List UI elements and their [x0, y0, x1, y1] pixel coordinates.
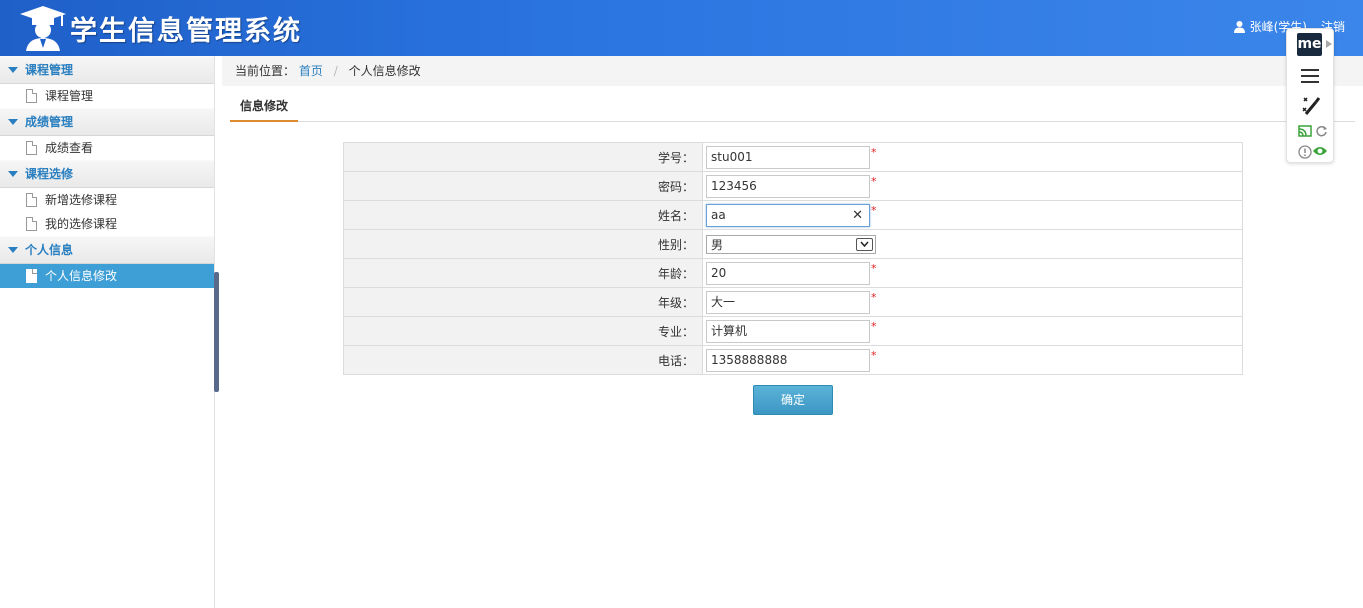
sidebar-splitter-handle[interactable]: [214, 272, 219, 392]
field-label: 学号：: [343, 142, 703, 172]
name-input-value: aa: [711, 207, 726, 222]
sidebar-group-electives[interactable]: 课程选修: [0, 160, 214, 188]
extension-toolbar: me: [1286, 28, 1334, 163]
required-mark: *: [871, 203, 877, 217]
breadcrumb: 当前位置： 首页 / 个人信息修改: [222, 56, 1363, 86]
gender-select[interactable]: 男: [706, 234, 876, 254]
required-mark: *: [871, 145, 877, 159]
document-icon: [26, 141, 37, 155]
triangle-down-icon: [8, 67, 18, 73]
required-mark: *: [871, 290, 877, 304]
clear-icon[interactable]: ✕: [852, 205, 863, 226]
app-header: 学生信息管理系统 张峰(学生) 注销: [0, 0, 1363, 56]
grade-input[interactable]: 大一: [706, 290, 870, 314]
sidebar-group-course[interactable]: 课程管理: [0, 56, 214, 84]
magic-wand-icon[interactable]: [1300, 94, 1322, 116]
document-icon: [26, 269, 37, 283]
me-logo-button[interactable]: me: [1297, 33, 1322, 56]
alert-circle-icon[interactable]: [1298, 145, 1312, 159]
tab-edit-info[interactable]: 信息修改: [230, 94, 299, 122]
main-content: 当前位置： 首页 / 个人信息修改 信息修改 学号： stu001 * 密码： 1…: [222, 56, 1363, 608]
required-mark: *: [871, 261, 877, 275]
document-icon: [26, 193, 37, 207]
required-mark: *: [871, 174, 877, 188]
field-label: 姓名：: [343, 200, 703, 230]
form-row-name: 姓名： aa ✕ *: [343, 200, 1243, 230]
form-row-gender: 性别： 男: [343, 229, 1243, 259]
required-mark: *: [871, 348, 877, 362]
menu-icon[interactable]: [1301, 69, 1319, 87]
form-row-grade: 年级： 大一 *: [343, 287, 1243, 317]
field-label: 性别：: [343, 229, 703, 259]
play-icon[interactable]: [1326, 40, 1332, 48]
graduate-cap-icon: [20, 6, 66, 51]
required-mark: *: [871, 319, 877, 333]
breadcrumb-separator: /: [333, 64, 338, 78]
toolbar-row-cast-refresh: [1298, 125, 1328, 139]
form-row-major: 专业： 计算机 *: [343, 316, 1243, 346]
field-label: 电话：: [343, 345, 703, 375]
field-label: 年级：: [343, 287, 703, 317]
sidebar-item-edit-profile[interactable]: 个人信息修改: [0, 264, 214, 288]
sidebar-item-grades-view[interactable]: 成绩查看: [0, 136, 214, 160]
form-row-age: 年龄： 20 *: [343, 258, 1243, 288]
sidebar: 课程管理 课程管理 成绩管理 成绩查看 课程选修 新增选修课程 我的选修课程 个…: [0, 56, 215, 608]
sidebar-group-personal[interactable]: 个人信息: [0, 236, 214, 264]
tab-bar: 信息修改: [230, 94, 1355, 122]
profile-form: 学号： stu001 * 密码： 123456 * 姓名： aa ✕ * 性别： 男: [343, 142, 1243, 375]
submit-button[interactable]: 确定: [753, 385, 833, 415]
field-label: 密码：: [343, 171, 703, 201]
toolbar-row-alert-view: [1298, 145, 1328, 159]
sidebar-item-add-elective[interactable]: 新增选修课程: [0, 188, 214, 212]
breadcrumb-prefix: 当前位置：: [235, 64, 296, 78]
field-label: 年龄：: [343, 258, 703, 288]
student-id-input[interactable]: stu001: [706, 145, 870, 169]
app-logo: 学生信息管理系统: [18, 4, 302, 52]
field-label: 专业：: [343, 316, 703, 346]
sidebar-item-my-electives[interactable]: 我的选修课程: [0, 212, 214, 236]
triangle-down-icon: [8, 119, 18, 125]
breadcrumb-current: 个人信息修改: [348, 64, 421, 78]
gender-select-value: 男: [711, 237, 724, 252]
triangle-down-icon: [8, 247, 18, 253]
document-icon: [26, 89, 37, 103]
major-input[interactable]: 计算机: [706, 319, 870, 343]
name-input[interactable]: aa ✕: [706, 203, 870, 227]
triangle-down-icon: [8, 171, 18, 177]
form-row-student-id: 学号： stu001 *: [343, 142, 1243, 172]
eye-icon[interactable]: [1312, 145, 1328, 157]
user-icon: [1233, 21, 1245, 33]
sidebar-item-course-manage[interactable]: 课程管理: [0, 84, 214, 108]
age-input[interactable]: 20: [706, 261, 870, 285]
chevron-down-icon: [856, 237, 873, 251]
form-row-phone: 电话： 1358888888 *: [343, 345, 1243, 375]
sidebar-group-grades[interactable]: 成绩管理: [0, 108, 214, 136]
refresh-icon[interactable]: [1315, 125, 1328, 138]
cast-icon[interactable]: [1298, 125, 1312, 137]
form-row-password: 密码： 123456 *: [343, 171, 1243, 201]
breadcrumb-home-link[interactable]: 首页: [299, 64, 323, 78]
app-title: 学生信息管理系统: [70, 15, 302, 47]
document-icon: [26, 217, 37, 231]
password-input[interactable]: 123456: [706, 174, 870, 198]
phone-input[interactable]: 1358888888: [706, 348, 870, 372]
